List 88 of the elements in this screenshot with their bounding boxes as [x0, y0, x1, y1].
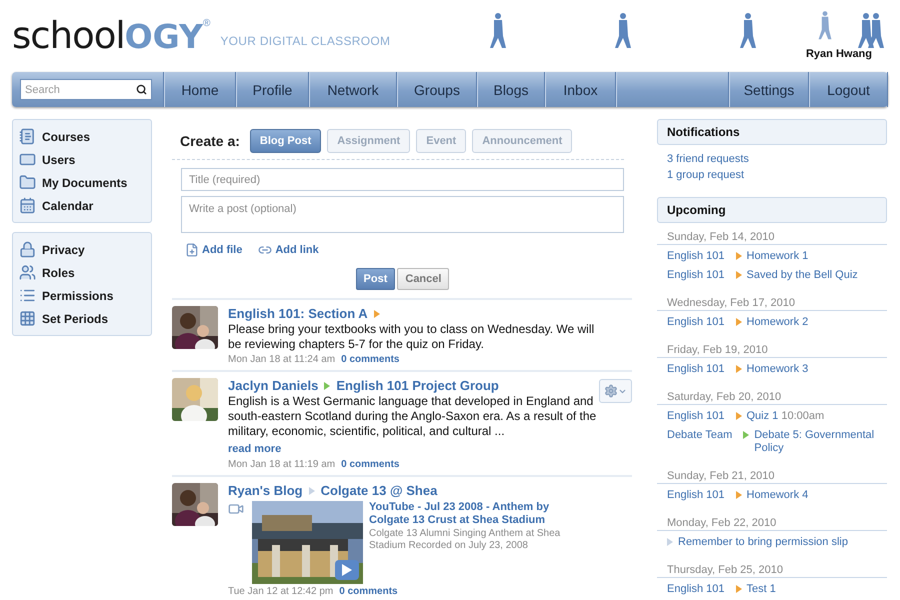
event-link[interactable]: Homework 1: [746, 250, 808, 263]
logo-text: OGY: [124, 17, 203, 56]
sidebar-item[interactable]: Courses: [19, 125, 151, 148]
post-heading-link[interactable]: Ryan's Blog: [228, 483, 303, 498]
event-link[interactable]: Quiz 1: [746, 410, 778, 423]
video-title-link[interactable]: YouTube - Jul 23 2008 - Anthem by Colgate 13 Crust at Shea Stadium: [369, 501, 569, 527]
nav-item[interactable]: Blogs: [477, 72, 545, 107]
nav-item[interactable]: Inbox: [545, 72, 616, 107]
course-link[interactable]: English 101: [667, 489, 724, 502]
post-heading-link[interactable]: English 101: Section A: [228, 306, 368, 321]
logo-text: school: [12, 14, 125, 57]
sidebar-item[interactable]: Privacy: [19, 238, 151, 261]
read-more-link[interactable]: read more: [228, 443, 282, 455]
notebook-icon: [19, 128, 36, 145]
event-link[interactable]: Remember to bring permission slip: [678, 536, 848, 549]
post-time: Tue Jan 12 at 12:42 pm: [228, 586, 334, 597]
post-text: English is a West Germanic language that developed in England and south-eastern Scotland during the Anglo-Saxon era. As a result of the military, economic, scientific, political, and cultural ...: [228, 394, 598, 439]
panel-header: Upcoming: [657, 197, 887, 223]
post-time: Mon Jan 18 at 11:19 am: [228, 459, 336, 470]
event-link[interactable]: Debate 5: Governmental Policy: [754, 429, 887, 455]
calendar-icon: [19, 197, 36, 214]
day-date: Saturday, Feb 20, 2010: [657, 383, 887, 405]
create-label: Create a:: [180, 133, 240, 149]
day-date: Thursday, Feb 25, 2010: [657, 556, 887, 578]
comments-link[interactable]: 0 comments: [341, 459, 400, 470]
title-field[interactable]: Title (required): [181, 168, 624, 191]
cancel-button[interactable]: Cancel: [397, 268, 450, 290]
course-link[interactable]: English 101: [667, 410, 724, 423]
registered-mark: ®: [202, 18, 210, 29]
list-icon: [19, 287, 36, 304]
file-plus-icon: [185, 243, 199, 257]
day-date: Sunday, Feb 21, 2010: [657, 462, 887, 484]
notification-link[interactable]: 3 friend requests: [667, 152, 877, 166]
course-link[interactable]: English 101: [667, 363, 724, 376]
panel-header: Notifications: [657, 119, 887, 145]
sidebar-item[interactable]: Roles: [19, 261, 151, 284]
event-link[interactable]: Homework 3: [746, 363, 808, 376]
sidebar-item[interactable]: Users: [19, 148, 151, 171]
lock-icon: [19, 241, 36, 258]
event-link[interactable]: Homework 4: [746, 489, 808, 502]
notification-link[interactable]: 1 group request: [667, 168, 877, 182]
sidebar-item[interactable]: Permissions: [19, 284, 151, 307]
play-button[interactable]: [335, 560, 359, 580]
event-link[interactable]: Saved by the Bell Quiz: [746, 269, 858, 282]
grid-icon: [19, 310, 36, 327]
post-heading-link[interactable]: Jaclyn Daniels: [228, 378, 318, 393]
event-link[interactable]: Homework 2: [746, 316, 808, 329]
course-link[interactable]: English 101: [667, 269, 724, 282]
nav-item[interactable]: Profile: [236, 72, 309, 107]
course-link[interactable]: English 101: [667, 250, 724, 263]
search-field[interactable]: Search: [20, 79, 152, 100]
sidebar-item[interactable]: My Documents: [19, 171, 151, 194]
course-link[interactable]: Debate Team: [667, 429, 732, 442]
gear-icon: [604, 384, 618, 398]
post-time: Mon Jan 18 at 11:24 am: [228, 354, 336, 365]
comments-link[interactable]: 0 comments: [339, 586, 398, 597]
course-link[interactable]: English 101: [667, 316, 724, 329]
tagline: YOUR DIGITAL CLASSROOM: [220, 34, 390, 48]
event-link[interactable]: Test 1: [746, 583, 776, 596]
post-text: Please bring your textbooks with you to class on Wednesday. We will be reviewing chapters 5-7 for the quiz on Friday.: [228, 322, 596, 352]
sidebar-item[interactable]: Calendar: [19, 194, 151, 217]
attach-link[interactable]: Add link: [258, 243, 319, 257]
nav-item[interactable]: Network: [309, 72, 397, 107]
nav-item[interactable]: Groups: [397, 72, 477, 107]
post-button[interactable]: Post: [356, 268, 396, 290]
post-field[interactable]: Write a post (optional): [181, 196, 624, 233]
people-icon: [19, 264, 36, 281]
course-link[interactable]: English 101: [667, 583, 724, 596]
day-date: Wednesday, Feb 17, 2010: [657, 289, 887, 311]
sidebar-item[interactable]: Set Periods: [19, 307, 151, 330]
day-date: Monday, Feb 22, 2010: [657, 509, 887, 531]
event-time: 10:00am: [781, 410, 824, 422]
play-icon: [342, 564, 352, 576]
day-date: Sunday, Feb 14, 2010: [657, 223, 887, 245]
post-heading-link[interactable]: Colgate 13 @ Shea: [320, 483, 438, 498]
search-icon[interactable]: [136, 84, 147, 95]
post-type-tab[interactable]: Blog Post: [250, 129, 322, 153]
comments-link[interactable]: 0 comments: [341, 354, 400, 365]
attach-link[interactable]: Add file: [185, 243, 242, 257]
nav-item[interactable]: Settings: [729, 72, 809, 107]
day-date: Friday, Feb 19, 2010: [657, 336, 887, 358]
folder-icon: [19, 174, 36, 191]
video-description: Colgate 13 Alumni Singing Anthem at Shea Stadium Recorded on July 23, 2008: [369, 528, 562, 552]
settings-menu-button[interactable]: [599, 379, 632, 403]
user-name: Ryan Hwang: [806, 48, 872, 60]
nav-item[interactable]: Logout: [809, 72, 888, 107]
nav-item[interactable]: Home: [164, 72, 236, 107]
post-heading-link[interactable]: English 101 Project Group: [336, 378, 499, 393]
